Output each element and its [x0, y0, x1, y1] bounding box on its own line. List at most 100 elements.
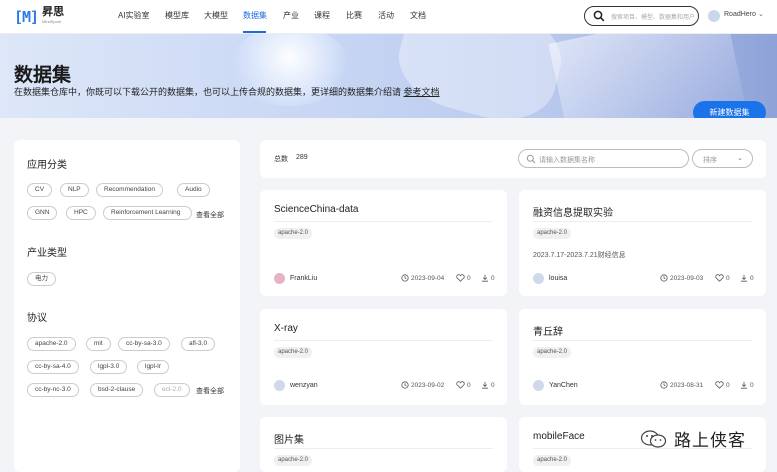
like-button[interactable]: 0: [715, 274, 730, 282]
logo-mark: [M]: [14, 8, 39, 26]
download-button[interactable]: 0: [740, 381, 754, 389]
updated-date: 2023-09-04: [411, 274, 445, 282]
dataset-card[interactable]: 图片集 apache-2.0: [260, 417, 507, 472]
avatar[interactable]: [533, 273, 544, 284]
avatar[interactable]: [274, 380, 285, 391]
tag-cc-by-nc-3-0[interactable]: cc-by-nc-3.0: [27, 383, 79, 397]
heart-icon: [715, 274, 724, 282]
dataset-title[interactable]: 青丘辞: [533, 323, 563, 338]
dataset-card[interactable]: 融资信息提取实验 apache-2.0 2023.7.17-2023.7.21财…: [519, 190, 766, 296]
tag-afl-3-0[interactable]: afl-3.0: [181, 337, 216, 351]
tag-cc-by-sa-4-0[interactable]: cc-by-sa-4.0: [27, 360, 79, 374]
reference-doc-link[interactable]: 参考文档: [404, 87, 440, 97]
total-count: 289: [296, 154, 308, 161]
like-button[interactable]: 0: [715, 381, 730, 389]
dataset-toolbar: 总数 289 请输入数据集名称 排序 ⌄: [260, 140, 766, 178]
author-name[interactable]: YanChen: [549, 382, 578, 389]
nav-item-datasets[interactable]: 数据集: [243, 10, 267, 21]
sort-select[interactable]: 排序 ⌄: [692, 149, 753, 168]
new-dataset-button[interactable]: 新建数据集: [693, 101, 766, 118]
user-avatar[interactable]: [708, 10, 720, 22]
nav-item-events[interactable]: 活动: [378, 10, 394, 21]
search-icon: [526, 154, 536, 164]
dataset-title[interactable]: X-ray: [274, 323, 298, 334]
like-count: 0: [726, 274, 730, 282]
nav-item-competitions[interactable]: 比赛: [346, 10, 362, 21]
nav-item-large-models[interactable]: 大模型: [204, 10, 228, 21]
author-name[interactable]: wenzyan: [290, 382, 318, 389]
top-navbar: [M] 昇思 MindSpore AI实验室 模型库 大模型 数据集 产业 课程 …: [0, 0, 777, 34]
dataset-title[interactable]: mobileFace: [533, 431, 585, 442]
author-name[interactable]: louisa: [549, 275, 567, 282]
license-tag: apache-2.0: [274, 347, 313, 358]
tag-cv[interactable]: CV: [27, 183, 53, 197]
dataset-card[interactable]: 青丘辞 apache-2.0 YanChen 2023-08-31 0 0: [519, 309, 766, 405]
watermark: 路上侠客: [640, 426, 746, 451]
license-tag: apache-2.0: [533, 228, 572, 239]
dataset-title[interactable]: 图片集: [274, 431, 304, 446]
download-count: 0: [491, 381, 495, 389]
dataset-card[interactable]: X-ray apache-2.0 wenzyan 2023-09-02 0 0: [260, 309, 507, 405]
app-category-title: 应用分类: [27, 160, 67, 171]
download-count: 0: [750, 381, 754, 389]
tag-gnn[interactable]: GNN: [27, 206, 58, 220]
tag-bsd-2-clause[interactable]: bsd-2-clause: [90, 383, 144, 397]
tag-apache-2-0[interactable]: apache-2.0: [27, 337, 76, 351]
download-icon: [741, 381, 747, 389]
tag-electric-power[interactable]: 电力: [27, 272, 56, 286]
tag-lgpl-3-0[interactable]: lgpl-3.0: [90, 360, 128, 374]
like-button[interactable]: 0: [456, 381, 471, 389]
updated-date: 2023-09-03: [670, 274, 704, 282]
nav-item-courses[interactable]: 课程: [314, 10, 330, 21]
dataset-search-placeholder: 请输入数据集名称: [539, 157, 595, 164]
tag-reinforcement-learning[interactable]: Reinforcement Learning: [103, 206, 192, 220]
clock-icon: [660, 381, 668, 389]
dataset-card[interactable]: ScienceChina-data apache-2.0 FrankLiu 20…: [260, 190, 507, 296]
download-icon: [482, 274, 488, 282]
watermark-text: 路上侠客: [674, 431, 746, 450]
download-button[interactable]: 0: [740, 274, 754, 282]
global-search-placeholder: 搜索项目、模型、数据集和用户: [611, 15, 696, 21]
license-view-all-link[interactable]: 查看全部: [196, 386, 224, 396]
tag-recommendation[interactable]: Recommendation: [96, 183, 163, 197]
download-button[interactable]: 0: [481, 274, 495, 282]
mindspore-logo[interactable]: [M] 昇思 MindSpore: [14, 7, 64, 27]
dataset-search-input[interactable]: 请输入数据集名称: [518, 149, 689, 168]
license-tag: apache-2.0: [274, 228, 313, 239]
avatar[interactable]: [274, 273, 285, 284]
like-count: 0: [726, 381, 730, 389]
updated-date: 2023-08-31: [670, 381, 704, 389]
app-view-all-link[interactable]: 查看全部: [196, 210, 224, 220]
like-button[interactable]: 0: [456, 274, 471, 282]
filter-sidebar: 应用分类 CV NLP Recommendation Audio GNN HPC…: [14, 140, 240, 472]
clock-icon: [660, 274, 668, 282]
download-count: 0: [491, 274, 495, 282]
clock-icon: [401, 274, 409, 282]
dataset-title[interactable]: ScienceChina-data: [274, 204, 359, 215]
license-tag: apache-2.0: [533, 455, 572, 466]
download-button[interactable]: 0: [481, 381, 495, 389]
avatar[interactable]: [533, 380, 544, 391]
logo-subtext: MindSpore: [42, 19, 62, 24]
tag-lgpl-lr[interactable]: lgpl-lr: [137, 360, 169, 374]
nav-item-docs[interactable]: 文档: [410, 10, 426, 21]
nav-item-models[interactable]: 模型库: [165, 10, 189, 21]
dataset-title[interactable]: 融资信息提取实验: [533, 204, 613, 219]
nav-item-industry[interactable]: 产业: [283, 10, 299, 21]
tag-audio[interactable]: Audio: [177, 183, 210, 197]
tag-mit[interactable]: mit: [86, 337, 111, 351]
nav-item-ai-lab[interactable]: AI实验室: [118, 10, 150, 21]
tag-ecl-2-0[interactable]: ecl-2.0: [154, 383, 190, 397]
card-footer: louisa 2023-09-03 0 0: [533, 273, 754, 285]
tag-nlp[interactable]: NLP: [60, 183, 89, 197]
like-count: 0: [467, 381, 471, 389]
global-search-input[interactable]: 搜索项目、模型、数据集和用户: [584, 6, 699, 26]
tag-cc-by-sa-3-0[interactable]: cc-by-sa-3.0: [118, 337, 170, 351]
chevron-down-icon[interactable]: ⌄: [758, 10, 764, 18]
author-name[interactable]: FrankLiu: [290, 275, 317, 282]
updated-date: 2023-09-02: [411, 381, 445, 389]
user-name[interactable]: RoadHero: [724, 11, 756, 18]
license-title: 协议: [27, 313, 47, 324]
download-icon: [482, 381, 488, 389]
tag-hpc[interactable]: HPC: [66, 206, 96, 220]
